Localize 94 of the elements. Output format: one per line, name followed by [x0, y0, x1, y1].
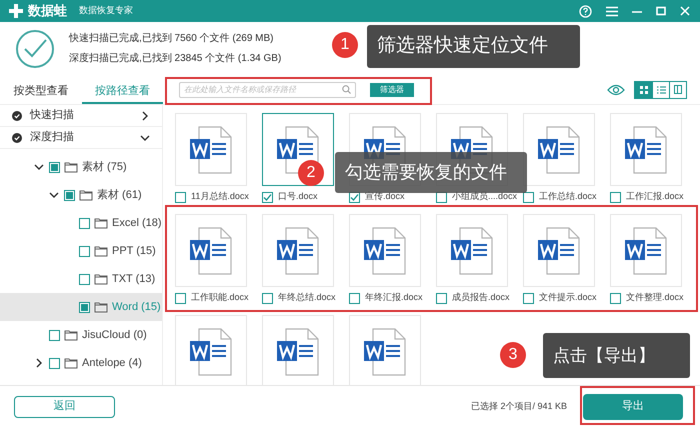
file-name: 成员报告.docx: [452, 291, 510, 304]
menu-icon[interactable]: [606, 6, 618, 16]
app-name: 数据蛙: [28, 2, 67, 20]
columns-view-icon: [674, 85, 682, 94]
folder-icon: [94, 301, 108, 313]
file-name: 小组成员....docx: [452, 190, 518, 204]
checkbox[interactable]: [64, 190, 75, 200]
file-name: 口号.docx: [278, 190, 318, 204]
check-badge-icon: [12, 110, 22, 120]
check-circle-icon: [15, 28, 55, 68]
checkbox[interactable]: [79, 218, 90, 228]
file-name: 工作职能.docx: [191, 291, 249, 304]
folder-label: TXT (13): [112, 272, 156, 287]
chevron-down-icon[interactable]: [140, 132, 150, 142]
checkbox[interactable]: [79, 246, 90, 256]
checkbox[interactable]: [610, 192, 621, 202]
search-field[interactable]: 在此处输入文件名称或保存路径: [179, 82, 356, 98]
file-name: 11月总结.docx: [191, 190, 249, 204]
checkbox[interactable]: [436, 292, 447, 304]
scan-result-text: 快速扫描已完成,已找到 7560 个文件 (269 MB): [69, 32, 274, 46]
check-badge-icon: [12, 132, 22, 142]
tree-item[interactable]: JisuCloud (0): [0, 321, 162, 349]
chevron-down-icon[interactable]: [49, 190, 59, 200]
scan-result-text: 深度扫描已完成,已找到 23845 个文件 (1.34 GB): [69, 52, 282, 66]
checkbox[interactable]: [49, 330, 60, 340]
checkbox[interactable]: [79, 274, 90, 284]
folder-label: Word (15): [112, 300, 161, 315]
export-button[interactable]: 导出: [583, 394, 683, 420]
close-icon[interactable]: [680, 6, 690, 16]
file-name: 文件提示.docx: [539, 291, 597, 304]
help-icon[interactable]: [579, 4, 592, 18]
folder-icon: [64, 357, 78, 369]
file-name: 文件整理.docx: [626, 291, 684, 304]
chevron-down-icon[interactable]: [34, 162, 44, 172]
file-name: 宣传.docx: [365, 190, 405, 204]
view-tab[interactable]: 按路径查看: [82, 75, 163, 104]
checkbox[interactable]: [349, 292, 360, 304]
checkbox[interactable]: [610, 292, 621, 304]
checkbox[interactable]: [262, 192, 273, 202]
checkbox[interactable]: [523, 192, 534, 202]
grid-view-icon: [640, 86, 648, 94]
file-name: 年终总结.docx: [278, 291, 336, 304]
maximize-icon[interactable]: [656, 6, 666, 16]
scan-row[interactable]: 快速扫描: [0, 105, 162, 127]
folder-label: PPT (15): [112, 244, 156, 259]
step-number-badge: 1: [332, 32, 358, 58]
checkbox[interactable]: [175, 192, 186, 202]
chevron-right-icon[interactable]: [34, 358, 44, 368]
folder-icon: [94, 217, 108, 229]
folder-icon: [64, 161, 78, 173]
chevron-right-icon[interactable]: [140, 110, 150, 120]
callout-tooltip: 勾选需要恢复的文件: [335, 152, 527, 193]
plus-logo-icon: [8, 3, 24, 19]
folder-icon: [79, 189, 93, 201]
folder-label: JisuCloud (0): [82, 328, 147, 343]
back-button[interactable]: 返回: [14, 396, 115, 418]
selection-summary: 已选择 2个项目/ 941 KB: [470, 400, 567, 413]
scan-row[interactable]: 深度扫描: [0, 127, 162, 149]
list-view-button[interactable]: [652, 82, 669, 98]
folder-label: Excel (18): [112, 216, 162, 231]
grid-view-button[interactable]: [635, 82, 652, 98]
tree-item[interactable]: 素材 (61): [0, 181, 162, 209]
app-subtitle: 数据恢复专家: [79, 4, 133, 18]
checkbox[interactable]: [262, 292, 273, 304]
checkbox[interactable]: [175, 292, 186, 304]
step-number-badge: 3: [500, 342, 526, 368]
tree-item[interactable]: Antelope (4): [0, 349, 162, 377]
folder-icon: [94, 245, 108, 257]
file-name: 工作汇报.docx: [626, 190, 684, 204]
folder-icon: [64, 329, 78, 341]
tree-item[interactable]: PPT (15): [0, 237, 162, 265]
view-tab[interactable]: 按类型查看: [0, 75, 82, 104]
folder-label: 素材 (61): [97, 188, 142, 203]
checkbox[interactable]: [79, 302, 90, 312]
checkbox[interactable]: [49, 358, 60, 368]
checkbox[interactable]: [49, 162, 60, 172]
file-name: 年终汇报.docx: [365, 291, 423, 304]
eye-icon[interactable]: [607, 84, 625, 96]
callout-tooltip: 点击【导出】: [543, 333, 690, 378]
tree-item[interactable]: TXT (13): [0, 265, 162, 293]
folder-icon: [94, 273, 108, 285]
list-view-icon: [656, 86, 666, 94]
step-number-badge: 2: [298, 160, 324, 186]
search-icon: [342, 85, 351, 94]
scan-label: 深度扫描: [30, 130, 75, 146]
tree-item[interactable]: 素材 (75): [0, 153, 162, 181]
folder-label: 素材 (75): [82, 160, 127, 175]
folder-label: Antelope (4): [82, 356, 142, 371]
file-name: 工作总结.docx: [539, 190, 597, 204]
scan-label: 快速扫描: [30, 108, 75, 124]
filter-button[interactable]: 筛选器: [370, 82, 414, 96]
checkbox[interactable]: [523, 292, 534, 304]
callout-tooltip: 筛选器快速定位文件: [367, 25, 580, 68]
tree-item[interactable]: Excel (18): [0, 209, 162, 237]
